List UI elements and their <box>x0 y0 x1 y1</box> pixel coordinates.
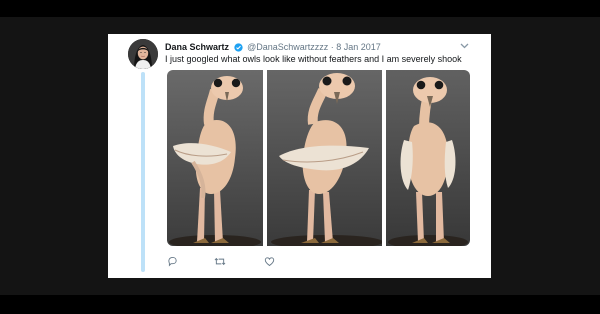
like-icon[interactable] <box>262 254 276 268</box>
featherless-owl-photo <box>167 70 263 246</box>
media-photo-2[interactable] <box>267 70 382 246</box>
tweet-card: Dana Schwartz @DanaSchwartzzzz · 8 Jan 2… <box>108 34 491 278</box>
featherless-owl-photo <box>386 70 470 246</box>
thread-line <box>141 72 145 272</box>
media-photo-1[interactable] <box>167 70 263 246</box>
author-name[interactable]: Dana Schwartz <box>165 42 229 52</box>
media-grid <box>167 70 470 246</box>
author-handle[interactable]: @DanaSchwartzzzz <box>247 42 328 52</box>
chevron-down-icon[interactable] <box>457 40 471 52</box>
letterbox-top <box>0 0 600 17</box>
avatar[interactable] <box>128 39 158 69</box>
tweet-actions <box>165 254 365 268</box>
tweet-text: I just googled what owls look like witho… <box>165 54 462 64</box>
header-separator: · <box>330 42 334 52</box>
reply-icon[interactable] <box>165 254 179 268</box>
letterbox-bottom <box>0 295 600 314</box>
retweet-icon[interactable] <box>213 254 227 268</box>
media-photo-3[interactable] <box>386 70 470 246</box>
featherless-owl-photo <box>267 70 382 246</box>
tweet-date[interactable]: 8 Jan 2017 <box>336 42 381 52</box>
